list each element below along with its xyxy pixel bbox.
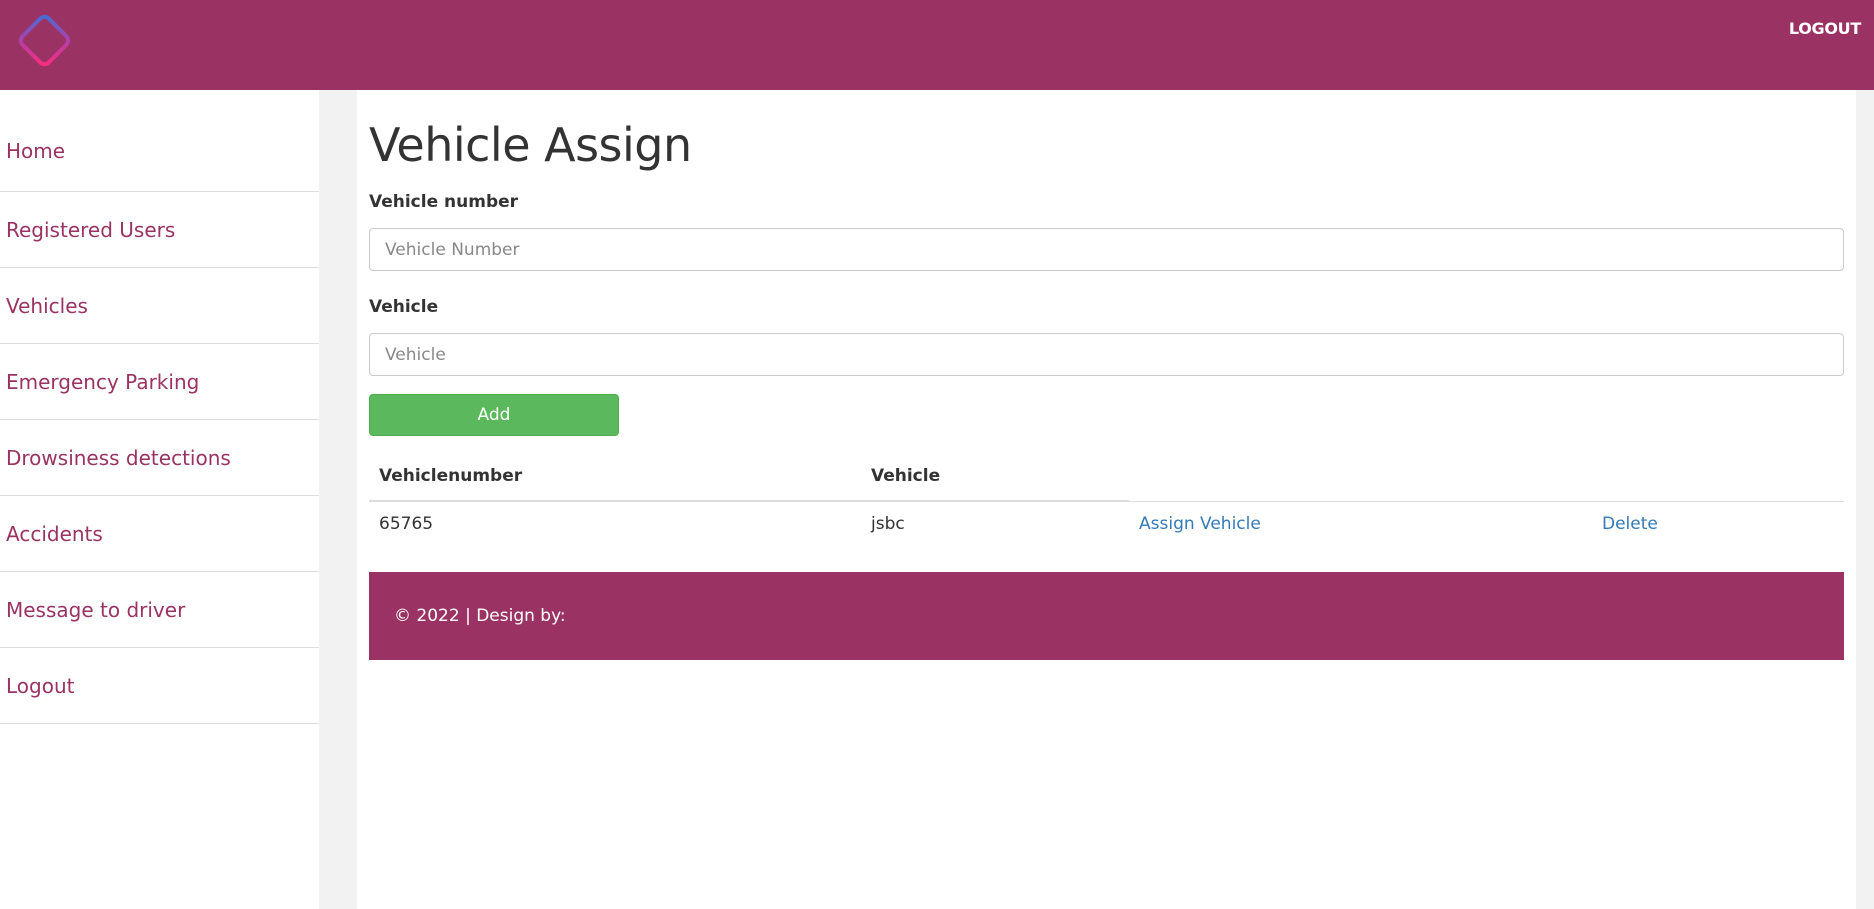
column-header-vehiclenumber: Vehiclenumber [369, 452, 861, 502]
vehicle-label: Vehicle [369, 297, 439, 317]
add-button[interactable]: Add [369, 394, 619, 436]
vehicle-table: Vehiclenumber Vehicle 65765 jsbc Assign … [369, 452, 1844, 546]
logout-link[interactable]: LOGOUT [1789, 19, 1861, 38]
sidebar-item-home[interactable]: Home [0, 90, 319, 192]
vehicle-number-input[interactable] [369, 228, 1844, 271]
cell-assign: Assign Vehicle [1129, 500, 1592, 546]
table-header-row: Vehiclenumber Vehicle [369, 452, 1844, 502]
top-bar: LOGOUT [0, 0, 1874, 90]
table-row: 65765 jsbc Assign Vehicle Delete [369, 500, 1844, 546]
vehicle-input[interactable] [369, 333, 1844, 376]
sidebar-item-logout[interactable]: Logout [0, 648, 319, 724]
sidebar-item-vehicles[interactable]: Vehicles [0, 268, 319, 344]
column-header-empty [1129, 452, 1592, 501]
cell-delete: Delete [1592, 500, 1844, 546]
sidebar-item-accidents[interactable]: Accidents [0, 496, 319, 572]
sidebar: Home Registered Users Vehicles Emergency… [0, 90, 319, 909]
footer: © 2022 | Design by: [369, 572, 1844, 660]
cell-vehicle: jsbc [861, 500, 1129, 546]
footer-text: © 2022 | Design by: [394, 606, 566, 626]
diamond-logo-icon[interactable] [13, 9, 76, 72]
assign-vehicle-link[interactable]: Assign Vehicle [1139, 514, 1261, 534]
column-header-vehicle: Vehicle [861, 452, 1129, 502]
vehicle-number-label: Vehicle number [369, 192, 519, 212]
cell-vehiclenumber: 65765 [369, 500, 861, 546]
sidebar-item-registered-users[interactable]: Registered Users [0, 192, 319, 268]
sidebar-item-emergency-parking[interactable]: Emergency Parking [0, 344, 319, 420]
column-header-empty [1592, 452, 1844, 501]
page-title: Vehicle Assign [369, 118, 692, 172]
delete-link[interactable]: Delete [1602, 514, 1658, 534]
main-content: Vehicle Assign Vehicle number Vehicle Ad… [357, 90, 1856, 909]
sidebar-item-message-to-driver[interactable]: Message to driver [0, 572, 319, 648]
sidebar-item-drowsiness-detections[interactable]: Drowsiness detections [0, 420, 319, 496]
